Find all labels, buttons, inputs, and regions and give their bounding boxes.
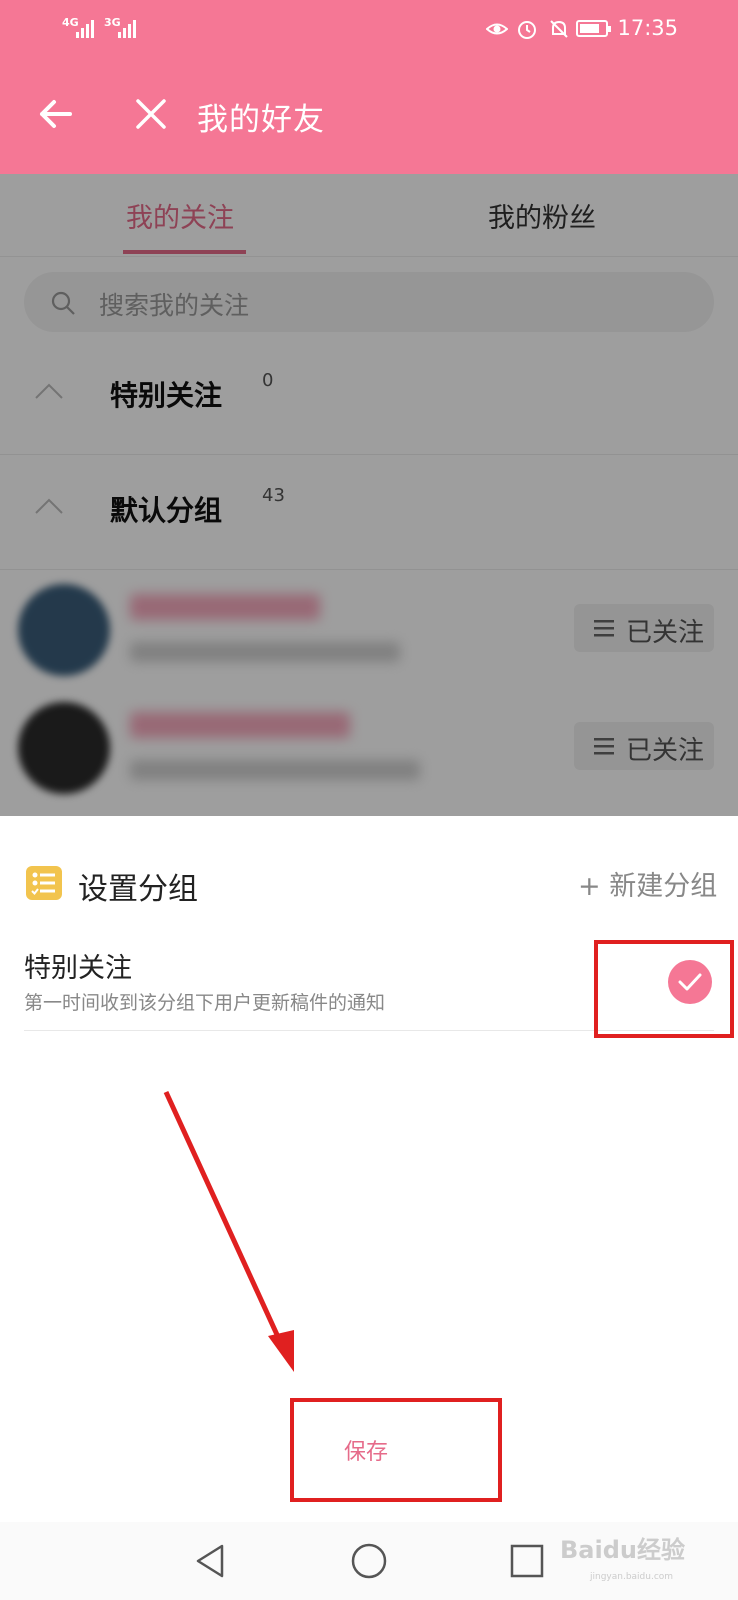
nav-recents-icon[interactable] [508, 1542, 546, 1580]
eye-icon [486, 23, 508, 35]
list-icon [26, 866, 62, 900]
option-subtitle: 第一时间收到该分组下用户更新稿件的通知 [24, 992, 386, 1014]
alarm-icon [518, 21, 536, 39]
signal-bars-icon [76, 20, 94, 38]
option-title[interactable]: 特别关注 [24, 946, 132, 985]
page-title: 我的好友 [197, 102, 325, 138]
arrow-left-icon[interactable] [36, 94, 76, 134]
annotation-box-save [290, 1398, 502, 1502]
signal-bars-icon [118, 20, 136, 38]
battery-level [580, 24, 599, 33]
nav-home-icon[interactable] [350, 1542, 388, 1580]
modal-scrim[interactable] [0, 174, 738, 816]
nav-back-icon[interactable] [192, 1542, 230, 1580]
battery-icon [576, 20, 611, 37]
mute-bell-icon [550, 20, 568, 38]
annotation-box-checkbox [594, 940, 734, 1038]
sheet-title: 设置分组 [78, 872, 198, 907]
new-group-button[interactable]: + 新建分组 [578, 864, 717, 903]
clock: 17:35 [617, 16, 678, 40]
watermark: Baidu经验 [560, 1536, 685, 1564]
close-icon[interactable] [133, 96, 169, 132]
watermark-url: jingyan.baidu.com [590, 1572, 674, 1582]
app-header: 4G 3G 17:35 我的好友 [0, 0, 738, 174]
